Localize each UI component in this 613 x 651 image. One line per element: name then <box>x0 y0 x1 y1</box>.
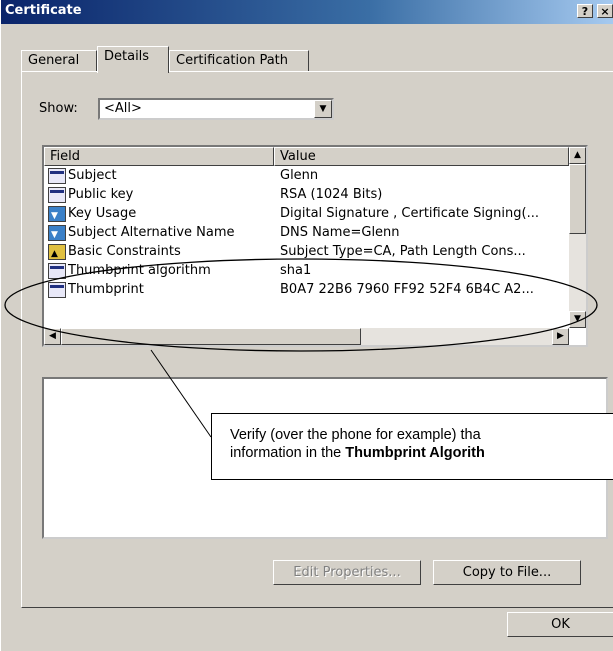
show-label: Show: <box>39 101 78 116</box>
annotation-callout: Verify (over the phone for example) tha … <box>211 413 613 480</box>
field-name: Subject Alternative Name <box>68 225 235 240</box>
field-value: B0A7 22B6 7960 FF92 52F4 6B4C A2... <box>280 282 534 297</box>
callout-line-2-bold: Thumbprint Algorith <box>345 445 485 461</box>
tab-general[interactable]: General <box>21 50 97 72</box>
horizontal-scroll-thumb[interactable] <box>61 328 361 345</box>
cert-field-icon <box>48 187 66 203</box>
field-value: Digital Signature , Certificate Signing(… <box>280 206 539 221</box>
callout-line-1: Verify (over the phone for example) tha <box>230 427 481 443</box>
list-item[interactable]: Subject Glenn <box>44 167 569 186</box>
edit-properties-button[interactable]: Edit Properties... <box>273 560 421 585</box>
field-value: sha1 <box>280 263 312 278</box>
thumbprint-icon <box>48 282 66 298</box>
cert-field-icon <box>48 168 66 184</box>
vertical-scrollbar[interactable]: ▲ ▼ <box>569 147 586 328</box>
close-button[interactable]: × <box>597 4 613 18</box>
field-name: Public key <box>68 187 134 202</box>
list-item[interactable]: ▲ Basic Constraints Subject Type=CA, Pat… <box>44 243 569 262</box>
tab-certification-path[interactable]: Certification Path <box>169 50 309 72</box>
field-value: Subject Type=CA, Path Length Cons... <box>280 244 526 259</box>
list-item[interactable]: ▼ Subject Alternative Name DNS Name=Glen… <box>44 224 569 243</box>
field-name: Basic Constraints <box>68 244 181 259</box>
fields-list[interactable]: Field Value Subject Glenn Public key RSA… <box>42 145 588 347</box>
thumbprint-icon <box>48 263 66 279</box>
list-item[interactable]: ▼ Key Usage Digital Signature , Certific… <box>44 205 569 224</box>
horizontal-scrollbar[interactable]: ◀ ▶ <box>44 328 569 345</box>
copy-to-file-button[interactable]: Copy to File... <box>433 560 581 585</box>
scroll-left-icon[interactable]: ◀ <box>44 328 61 345</box>
tab-certification-path-label: Certification Path <box>176 53 289 68</box>
title-bar[interactable]: Certificate ? × <box>1 0 613 24</box>
field-value: RSA (1024 Bits) <box>280 187 383 202</box>
list-item[interactable]: Public key RSA (1024 Bits) <box>44 186 569 205</box>
scroll-down-icon[interactable]: ▼ <box>569 311 586 328</box>
field-name: Subject <box>68 168 117 183</box>
field-name: Thumbprint <box>68 282 144 297</box>
field-value: DNS Name=Glenn <box>280 225 400 240</box>
show-dropdown[interactable]: <All> ▼ <box>98 98 334 120</box>
tab-details-label: Details <box>104 49 150 64</box>
field-name: Thumbprint algorithm <box>68 263 211 278</box>
callout-line-2: information in the Thumbprint Algorith <box>230 444 613 462</box>
callout-line-2-prefix: information in the <box>230 445 346 461</box>
warning-extension-icon: ▲ <box>48 244 66 260</box>
column-header-value[interactable]: Value <box>274 147 569 166</box>
field-name: Key Usage <box>68 206 137 221</box>
certificate-dialog: Certificate ? × General Details Certific… <box>0 0 613 651</box>
tab-general-label: General <box>28 53 80 68</box>
list-item[interactable]: Thumbprint algorithm sha1 <box>44 262 569 281</box>
window-title: Certificate <box>5 3 82 18</box>
extension-icon: ▼ <box>48 206 66 222</box>
scroll-up-icon[interactable]: ▲ <box>569 147 586 164</box>
tab-details[interactable]: Details <box>97 46 169 73</box>
column-header-field[interactable]: Field <box>44 147 274 166</box>
field-value: Glenn <box>280 168 319 183</box>
show-dropdown-value: <All> <box>104 101 142 116</box>
extension-icon: ▼ <box>48 225 66 241</box>
ok-button[interactable]: OK <box>507 612 613 637</box>
vertical-scroll-thumb[interactable] <box>569 164 586 234</box>
list-item[interactable]: Thumbprint B0A7 22B6 7960 FF92 52F4 6B4C… <box>44 281 569 300</box>
chevron-down-icon[interactable]: ▼ <box>314 100 332 118</box>
help-button[interactable]: ? <box>577 4 593 18</box>
scroll-right-icon[interactable]: ▶ <box>552 328 569 345</box>
